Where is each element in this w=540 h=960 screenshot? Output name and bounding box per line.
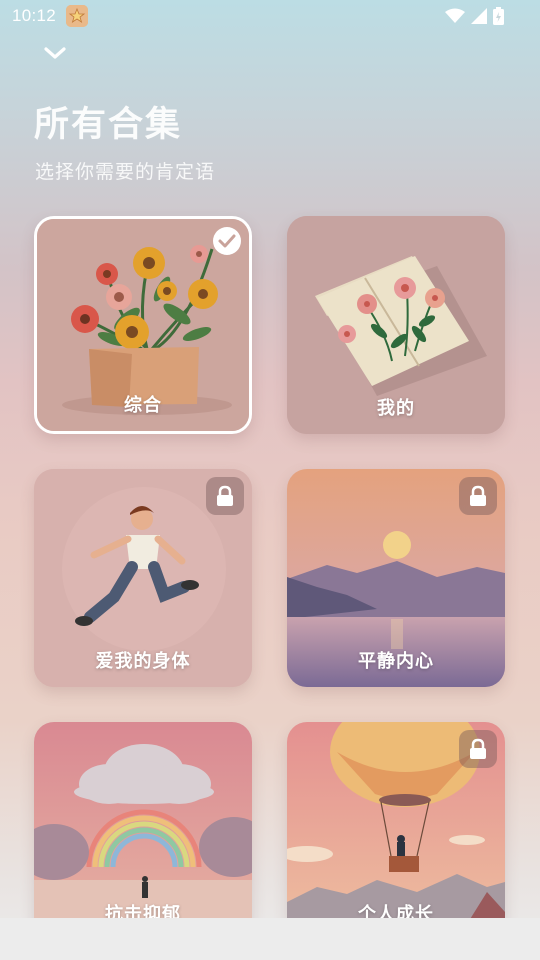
- collection-card-inner-peace[interactable]: 平静内心: [287, 469, 505, 687]
- collection-card-love-my-body[interactable]: 爱我的身体: [34, 469, 252, 687]
- collapse-button[interactable]: [40, 40, 70, 66]
- chevron-down-icon: [44, 47, 66, 59]
- page-title: 所有合集: [34, 104, 183, 145]
- collection-label: 平静内心: [358, 651, 434, 672]
- collection-label: 我的: [377, 398, 415, 419]
- selected-check-icon: [212, 226, 242, 256]
- status-time: 10:12: [12, 6, 57, 25]
- collection-label: 爱我的身体: [95, 651, 191, 672]
- status-icons: [445, 7, 504, 25]
- lock-icon: [217, 485, 233, 506]
- collection-card-personal-growth[interactable]: 个人成长: [287, 722, 505, 940]
- signal-icon: [471, 8, 487, 24]
- bottom-bar: [0, 918, 540, 960]
- page-subtitle: 选择你需要的肯定语: [35, 161, 216, 183]
- status-bar: 10:12: [0, 0, 540, 34]
- collection-card-mine[interactable]: 我的: [287, 216, 505, 434]
- wifi-icon: [445, 8, 465, 23]
- lock-badge: [459, 730, 497, 768]
- lock-badge: [459, 477, 497, 515]
- app-notification-icon: [66, 5, 88, 27]
- lock-badge: [206, 477, 244, 515]
- battery-icon: [493, 7, 504, 25]
- collection-label: 综合: [124, 395, 162, 416]
- collection-card-general[interactable]: 综合: [34, 216, 252, 434]
- lock-icon: [470, 485, 486, 506]
- collection-card-fight-depression[interactable]: 抗击抑郁: [34, 722, 252, 940]
- lock-icon: [470, 738, 486, 759]
